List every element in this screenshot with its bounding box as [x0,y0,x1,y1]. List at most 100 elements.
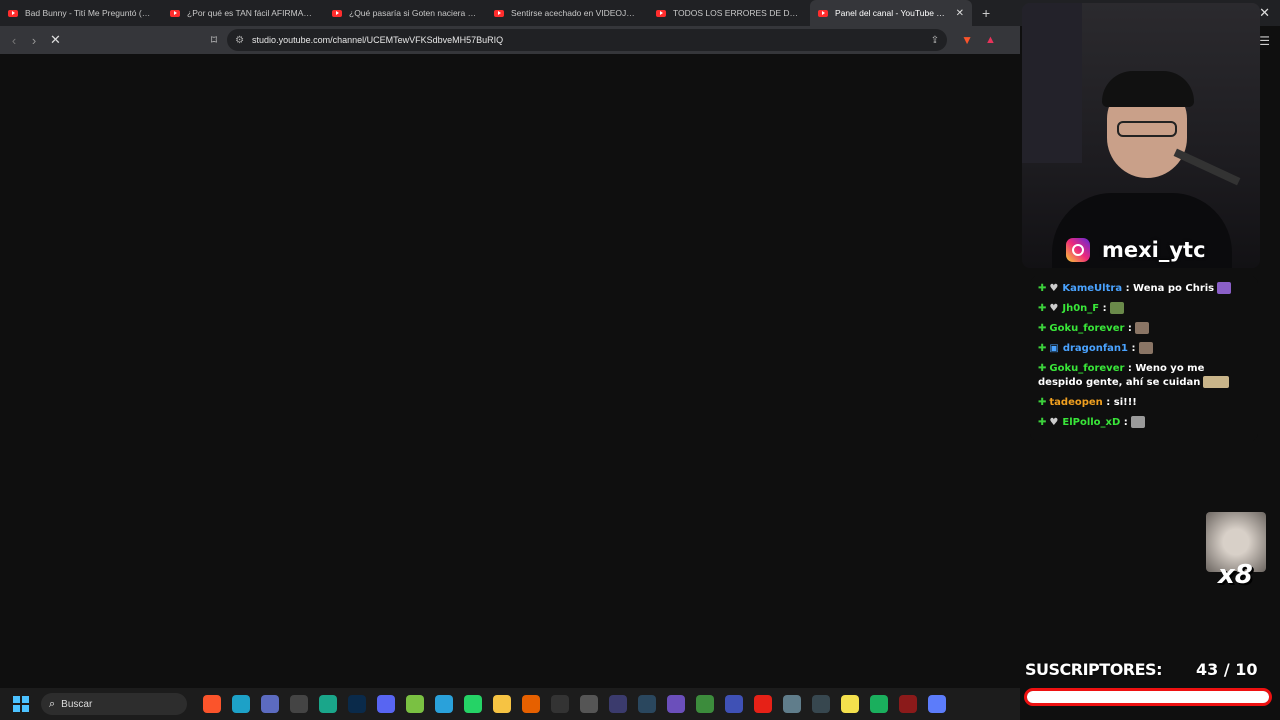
close-tab-icon[interactable]: ✕ [950,8,964,19]
chat-message: ✚ ▣ dragonfan1 : [1038,342,1250,356]
emote-icon [1138,342,1153,354]
app-blue-icon[interactable] [724,695,743,713]
discord-icon[interactable] [376,695,395,713]
chat-user: KameUltra [1062,283,1123,294]
instagram-name: mexi_ytc [1102,238,1206,262]
bookmark-icon[interactable]: ⌑ [211,33,217,47]
vivaldi-icon[interactable] [260,695,279,713]
browser-tab-active[interactable]: Panel del canal - YouTube Studio ✕ [810,0,972,26]
instagram-handle: mexi_ytc [1066,238,1206,262]
chat-text: : [1123,417,1128,428]
browser-toolbar: ‹ › ✕ ⌑ ⚙ studio.youtube.com/channel/UCE… [0,26,1020,54]
share-icon[interactable]: ⇪ [931,35,939,46]
browser-menu-icon[interactable]: ☰ [1259,34,1270,48]
subscribers-goal-fill [1027,691,1269,703]
chat-message: ✚ ♥ ElPollo_xD : [1038,416,1250,430]
emote-icon [1134,322,1149,334]
browser-tab[interactable]: ¿Por qué es TAN fácil AFIRMAR que l [162,0,324,26]
new-tab-icon[interactable]: + [982,5,990,21]
browser-tab[interactable]: TODOS LOS ERRORES DE DRAGON B [648,0,810,26]
chat-text: : Wena po Chris [1125,283,1215,294]
forward-icon[interactable]: › [24,33,44,48]
chat-message: ✚ Goku_forever : [1038,322,1250,336]
epic-icon[interactable] [550,695,569,713]
subscribers-label: SUSCRIPTORES: [1025,660,1162,679]
site-info-icon[interactable]: ⚙ [235,35,244,46]
chat-user: dragonfan1 [1062,343,1129,354]
instagram-icon [1066,238,1090,262]
youtube-music-icon[interactable] [753,695,772,713]
app-diamond-icon[interactable] [927,695,946,713]
brave-icon[interactable] [202,695,221,713]
tab-title: Sentirse acechado en VIDEOJUEGOS [511,8,640,18]
webcam-feed [1022,3,1260,268]
taskbar-search[interactable]: ⌕ Buscar [41,693,187,715]
app-image-icon[interactable] [782,695,801,713]
emote-icon [1203,376,1230,388]
tab-title: Panel del canal - YouTube Studio [835,8,950,18]
youtube-icon [656,9,666,17]
subscribers-goal-bar [1024,688,1272,706]
emote-icon [1217,282,1232,294]
subscribers-count: 43 / 10 [1196,660,1258,679]
address-bar[interactable]: ⚙ studio.youtube.com/channel/UCEMTewVFKS… [227,29,948,51]
app-purple-icon[interactable] [666,695,685,713]
emote-icon [1109,302,1124,314]
chat-text: : [1102,303,1107,314]
multiplier-label: x8 [1218,560,1253,590]
firefox-icon[interactable] [521,695,540,713]
obs-icon[interactable] [608,695,627,713]
chat-user: tadeopen [1049,397,1103,408]
chat-text: : [1131,343,1136,354]
search-icon: ⌕ [49,697,56,710]
chat-text: : [1127,323,1132,334]
app-green2-icon[interactable] [695,695,714,713]
chat-message: ✚ Goku_forever : Weno yo me despido gente… [1038,362,1250,390]
chat-user: ElPollo_xD [1062,417,1121,428]
youtube-icon [8,9,18,17]
search-placeholder: Buscar [61,698,93,710]
chat-message: ✚ ♥ KameUltra : Wena po Chris [1038,282,1250,296]
tab-title: ¿Por qué es TAN fácil AFIRMAR que l [187,8,316,18]
close-window-icon[interactable]: ✕ [1259,5,1270,21]
app-red-icon[interactable] [898,695,917,713]
telegram-icon[interactable] [434,695,453,713]
chat-text: : si!!! [1106,397,1137,408]
app-lime-icon[interactable] [405,695,424,713]
youtube-icon [170,9,180,17]
app-green-icon[interactable] [318,695,337,713]
tab-title: ¿Qué pasaría si Goten naciera primer [349,8,478,18]
app-gray-icon[interactable] [579,695,598,713]
brave-shields-icon[interactable]: ▼ [961,33,973,47]
youtube-icon [494,9,504,17]
sticky-notes-icon[interactable] [840,695,859,713]
steam-icon[interactable] [637,695,656,713]
photoshop-icon[interactable] [347,695,366,713]
back-icon[interactable]: ‹ [4,33,24,48]
windows-start-icon[interactable] [13,696,29,712]
chat-user: Jh0n_F [1062,303,1100,314]
taskbar-apps [197,695,951,713]
chat-user: Goku_forever [1049,363,1125,374]
app-dark-icon[interactable] [811,695,830,713]
browser-tab[interactable]: Sentirse acechado en VIDEOJUEGOS [486,0,648,26]
app-teal-icon[interactable] [869,695,888,713]
page-content [0,54,1020,688]
tab-title: Bad Bunny - Tití Me Preguntó (Video [25,8,154,18]
url-text: studio.youtube.com/channel/UCEMTewVFKSdb… [252,35,504,45]
capcut-icon[interactable] [289,695,308,713]
stop-loading-icon[interactable]: ✕ [50,32,61,48]
tab-title: TODOS LOS ERRORES DE DRAGON B [673,8,802,18]
whatsapp-icon[interactable] [463,695,482,713]
browser-tab[interactable]: ¿Qué pasaría si Goten naciera primer [324,0,486,26]
chat-message: ✚ ♥ Jh0n_F : [1038,302,1250,316]
chat-message: ✚ tadeopen : si!!! [1038,397,1137,408]
brave-rewards-icon[interactable]: ▲ [985,34,996,46]
emote-icon [1130,416,1145,428]
chat-user: Goku_forever [1049,323,1125,334]
windows-taskbar: ⌕ Buscar [0,688,1020,720]
youtube-icon [332,9,342,17]
browser-tab[interactable]: Bad Bunny - Tití Me Preguntó (Video [0,0,162,26]
edge-icon[interactable] [231,695,250,713]
folder-icon[interactable] [492,695,511,713]
